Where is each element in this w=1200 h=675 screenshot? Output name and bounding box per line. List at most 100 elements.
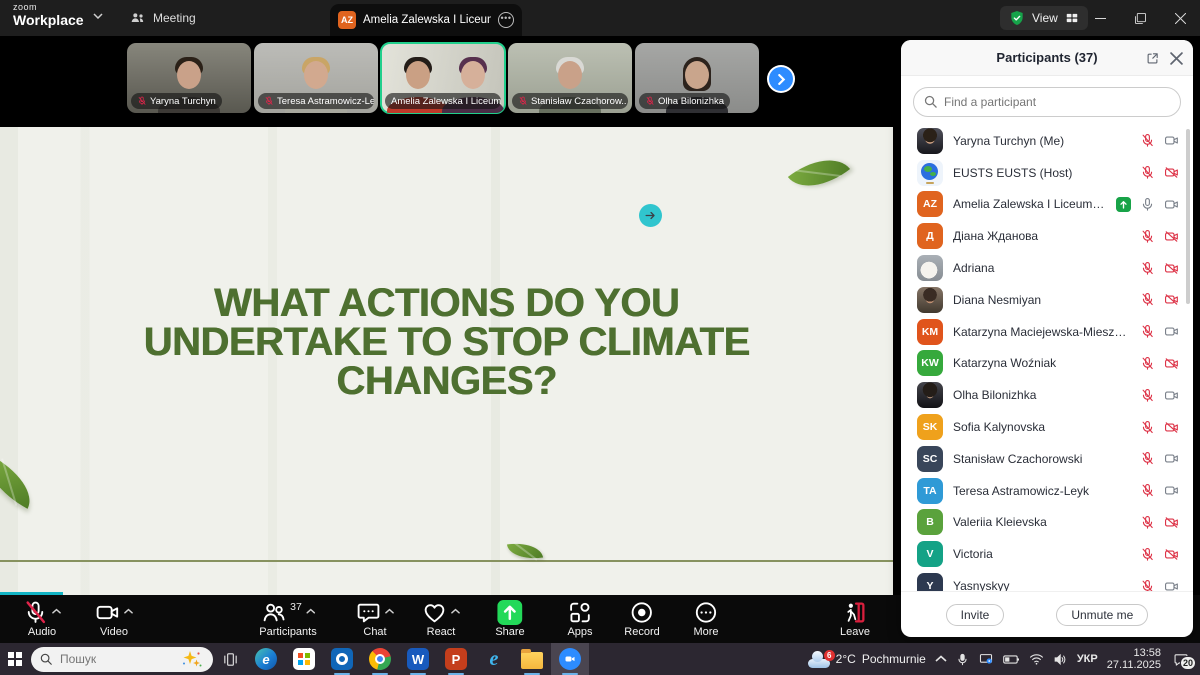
participant-row[interactable]: VVictoria (901, 538, 1193, 570)
taskbar-app-ie[interactable]: e (475, 643, 513, 675)
avatar: TA (917, 478, 943, 504)
photo-avatar (917, 382, 943, 408)
taskbar-app-explorer[interactable] (513, 643, 551, 675)
chevron-up-icon[interactable] (306, 601, 315, 619)
chevron-up-icon[interactable] (385, 601, 394, 619)
start-button[interactable] (0, 643, 30, 675)
mic-muted-icon (264, 96, 274, 106)
search-icon (923, 94, 938, 109)
video-tile[interactable]: Olha Bilonizhka (635, 43, 759, 113)
participant-row[interactable]: Olha Bilonizhka (901, 379, 1193, 411)
tray-wifi-icon[interactable] (1029, 653, 1044, 665)
photo-avatar (917, 128, 943, 154)
taskbar-app-edge[interactable]: e (247, 643, 285, 675)
tray-chevron-up-icon[interactable] (935, 655, 947, 663)
video-tile-name: Olha Bilonizhka (639, 93, 730, 109)
slide-title-line: WHAT ACTIONS DO YOU (0, 284, 893, 323)
participant-row[interactable]: KMKatarzyna Maciejewska-Mieszkowska (901, 316, 1193, 348)
find-participant-input[interactable] (913, 87, 1181, 117)
toolbar-audio-button[interactable]: Audio (23, 599, 61, 638)
close-panel-icon[interactable] (1170, 52, 1183, 65)
taskbar-app-powerpoint[interactable]: P (437, 643, 475, 675)
taskbar-app-chrome[interactable] (361, 643, 399, 675)
participant-name: Olha Bilonizhka (953, 388, 1130, 402)
toolbar-record-button[interactable]: Record (624, 599, 659, 638)
participant-name: Amelia Zalewska I Liceum Ogólnokszt... (953, 197, 1106, 211)
taskbar-app-word[interactable]: W (399, 643, 437, 675)
toolbar-video-button[interactable]: Video (95, 599, 133, 638)
toolbar-apps-button[interactable]: Apps (567, 599, 592, 638)
participant-row[interactable]: YYasnyskyy (901, 570, 1193, 591)
mic-muted-icon (1140, 388, 1155, 403)
avatar: SK (917, 414, 943, 440)
toolbar-label: Apps (567, 626, 592, 638)
language-indicator[interactable]: УКР (1077, 653, 1098, 665)
tab-active-meeting[interactable]: AZ Amelia Zalewska I Liceum Ogólno ••• (330, 4, 522, 36)
participant-row[interactable]: Adriana (901, 252, 1193, 284)
mic-muted-icon (1140, 356, 1155, 371)
tray-volume-icon[interactable] (1053, 653, 1068, 666)
taskbar-search[interactable] (31, 647, 213, 672)
tray-battery-icon[interactable] (1003, 654, 1020, 665)
maximize-button[interactable] (1120, 0, 1160, 36)
participant-name: Victoria (953, 547, 1130, 561)
tray-microphone-icon[interactable] (956, 652, 969, 667)
chevron-up-icon[interactable] (451, 601, 460, 619)
clock[interactable]: 13:58 27.11.2025 (1107, 647, 1161, 672)
notification-center-button[interactable]: 20 (1170, 652, 1192, 667)
taskbar-app-outlook[interactable] (323, 643, 361, 675)
toolbar-leave-button[interactable]: Leave (840, 599, 870, 638)
video-tile[interactable]: Stanisław Czachorow... (508, 43, 632, 113)
participant-name: Valeriia Kleievska (953, 515, 1130, 529)
participant-row[interactable]: TATeresa Astramowicz-Leyk (901, 475, 1193, 507)
video-tile[interactable]: Amelia Zalewska I Liceum ... (381, 43, 505, 113)
video-tile[interactable]: Yaryna Turchyn (127, 43, 251, 113)
minimize-button[interactable] (1080, 0, 1120, 36)
chevron-up-icon[interactable] (124, 601, 133, 619)
taskbar-app-zoom[interactable] (551, 643, 589, 675)
popout-icon[interactable] (1145, 51, 1160, 66)
tab-meeting[interactable]: Meeting (130, 0, 196, 36)
chevron-up-icon[interactable] (52, 601, 61, 619)
toolbar-share-button[interactable]: Share (495, 599, 524, 638)
toolbar-participants-button[interactable]: 37Participants (259, 599, 316, 638)
toolbar-react-button[interactable]: React (422, 599, 460, 638)
unmute-me-button[interactable]: Unmute me (1056, 604, 1148, 626)
participant-row[interactable]: AZAmelia Zalewska I Liceum Ogólnokszt... (901, 189, 1193, 221)
participant-row[interactable]: Diana Nesmiyan (901, 284, 1193, 316)
participant-row[interactable]: EUSTS EUSTS (Host) (901, 157, 1193, 189)
toolbar-label: React (427, 626, 456, 638)
chevron-down-icon[interactable] (93, 13, 103, 19)
participants-panel-header: Participants (37) (901, 40, 1193, 76)
mic-muted-icon (518, 96, 528, 106)
view-control[interactable]: View (1000, 6, 1088, 30)
taskbar-app-store[interactable] (285, 643, 323, 675)
camera-off-icon (1164, 229, 1179, 244)
zoom-workplace-logo: zoom Workplace (13, 3, 84, 27)
close-button[interactable] (1160, 0, 1200, 36)
task-view-button[interactable] (213, 643, 247, 675)
participant-name: Katarzyna Woźniak (953, 356, 1130, 370)
toolbar-more-button[interactable]: More (693, 599, 718, 638)
clock-date: 27.11.2025 (1107, 659, 1161, 672)
taskbar-search-input[interactable] (60, 652, 160, 666)
camera-off-icon (1164, 356, 1179, 371)
participant-row[interactable]: SKSofia Kalynovska (901, 411, 1193, 443)
mic-muted-icon (1140, 261, 1155, 276)
scrollbar-thumb[interactable] (1186, 129, 1190, 304)
participant-row[interactable]: KWKatarzyna Woźniak (901, 348, 1193, 380)
participant-row[interactable]: ДДіана Жданова (901, 220, 1193, 252)
participant-row[interactable]: SCStanisław Czachorowski (901, 443, 1193, 475)
participant-row[interactable]: Yaryna Turchyn (Me) (901, 125, 1193, 157)
security-shield-icon[interactable] (1009, 10, 1025, 26)
tab-more-icon[interactable]: ••• (498, 12, 514, 28)
video-tile[interactable]: Teresa Astramowicz-Le... (254, 43, 378, 113)
tray-cast-icon[interactable] (978, 652, 994, 666)
weather-widget[interactable]: 6 2°C Pochmurnie (802, 651, 926, 668)
invite-button[interactable]: Invite (946, 604, 1005, 626)
avatar: B (917, 509, 943, 535)
toolbar-chat-button[interactable]: Chat (356, 599, 394, 638)
weather-cloud-icon: 6 (806, 655, 830, 668)
next-videos-button[interactable] (767, 65, 795, 93)
participant-row[interactable]: B Valeriia Kleievska (901, 507, 1193, 539)
